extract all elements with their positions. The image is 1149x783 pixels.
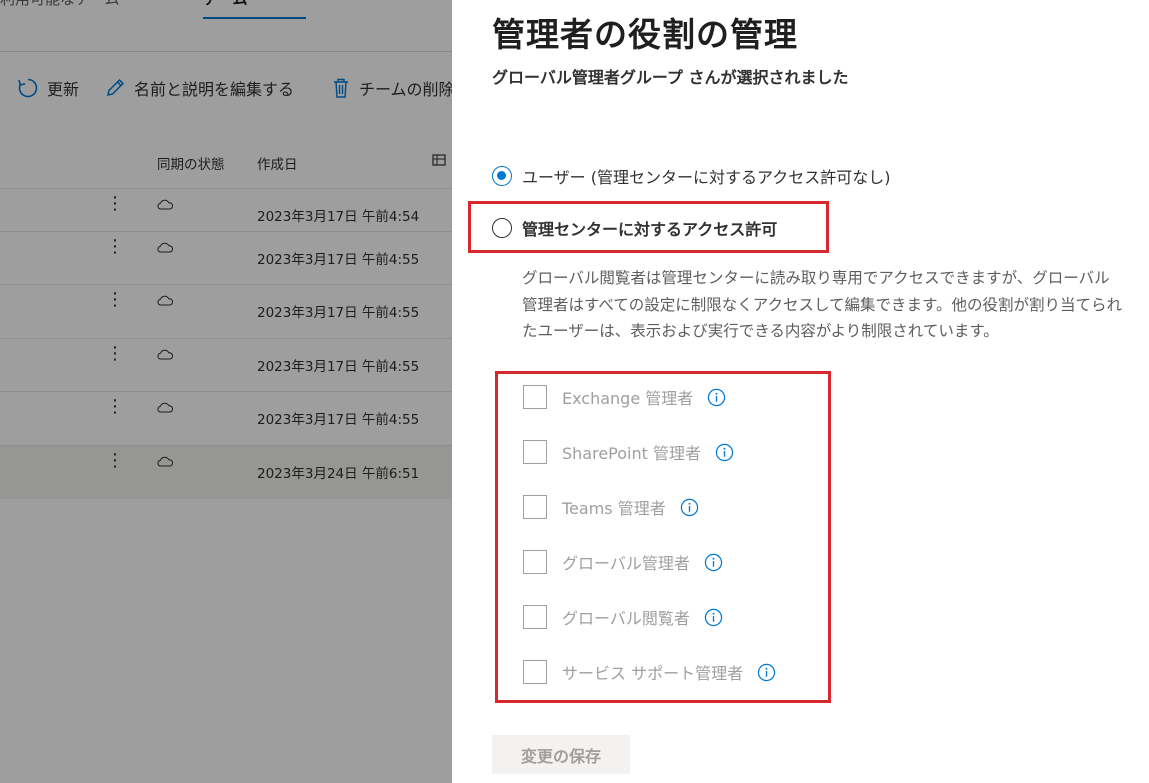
checkbox[interactable] <box>523 495 547 519</box>
info-icon[interactable] <box>715 443 734 462</box>
role-label: サービス サポート管理者 <box>562 664 744 683</box>
radio-admin-center-access-label: 管理センターに対するアクセス許可 <box>522 220 778 239</box>
info-icon[interactable] <box>680 498 699 517</box>
role-label: グローバル管理者 <box>562 554 690 573</box>
info-icon[interactable] <box>704 608 723 627</box>
role-label: SharePoint 管理者 <box>562 444 701 463</box>
radio-user-no-access-label: ユーザー (管理センターに対するアクセス許可なし) <box>522 168 891 187</box>
panel-subtitle: グローバル管理者グループ さんが選択されました <box>492 68 849 87</box>
role-global-admin[interactable]: グローバル管理者 <box>523 549 723 575</box>
role-label: Teams 管理者 <box>562 499 666 518</box>
role-global-reader[interactable]: グローバル閲覧者 <box>523 604 723 630</box>
radio-user-no-access[interactable]: ユーザー (管理センターに対するアクセス許可なし) <box>492 162 890 190</box>
role-teams-admin[interactable]: Teams 管理者 <box>523 494 699 520</box>
role-exchange-admin[interactable]: Exchange 管理者 <box>523 384 726 410</box>
highlight-box-roles <box>495 371 831 703</box>
checkbox[interactable] <box>523 660 547 684</box>
panel-title: 管理者の役割の管理 <box>492 15 798 54</box>
manage-admin-roles-panel: 管理者の役割の管理 グローバル管理者グループ さんが選択されました ユーザー (… <box>452 0 1149 783</box>
radio-button[interactable] <box>492 218 512 238</box>
checkbox[interactable] <box>523 440 547 464</box>
role-sharepoint-admin[interactable]: SharePoint 管理者 <box>523 439 734 465</box>
role-service-support-admin[interactable]: サービス サポート管理者 <box>523 659 776 685</box>
radio-admin-center-access[interactable]: 管理センターに対するアクセス許可 <box>492 214 777 242</box>
checkbox[interactable] <box>523 550 547 574</box>
save-changes-button[interactable]: 変更の保存 <box>492 735 630 774</box>
info-icon[interactable] <box>707 388 726 407</box>
checkbox[interactable] <box>523 385 547 409</box>
info-icon[interactable] <box>704 553 723 572</box>
checkbox[interactable] <box>523 605 547 629</box>
role-label: Exchange 管理者 <box>562 389 694 408</box>
modal-overlay[interactable] <box>0 0 452 783</box>
radio-button-checked[interactable] <box>492 166 512 186</box>
role-label: グローバル閲覧者 <box>562 609 690 628</box>
roles-description: グローバル閲覧者は管理センターに読み取り専用でアクセスできますが、グローバル管理… <box>522 269 1123 340</box>
info-icon[interactable] <box>757 663 776 682</box>
